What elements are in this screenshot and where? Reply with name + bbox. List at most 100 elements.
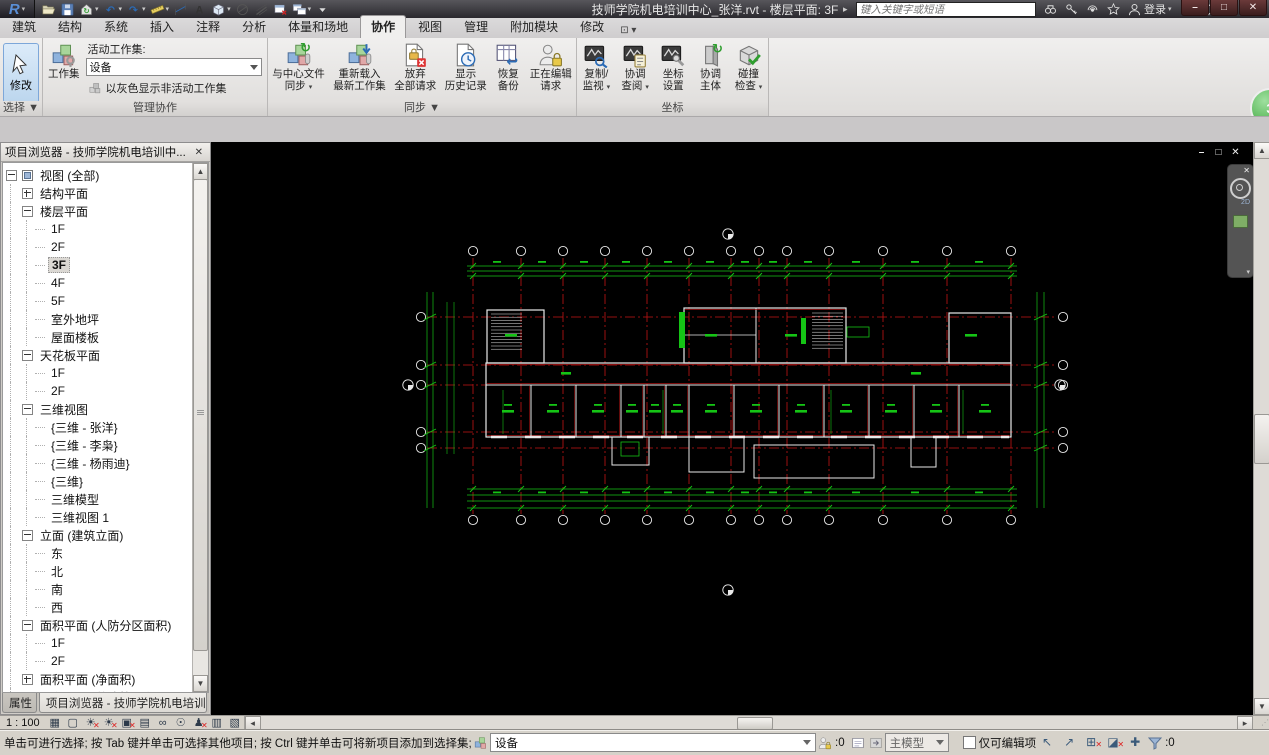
tree-item-label[interactable]: {三维 - 张洋} [48,419,121,436]
filter-icon[interactable] [1148,736,1163,750]
tree-item[interactable]: {三维 - 李枭} [3,436,193,454]
tab-active-7[interactable]: 协作 [360,15,407,39]
tree-item-label[interactable]: 楼层平面 [37,203,91,220]
tab-2[interactable]: 系统 [94,16,138,38]
tree-scrollbar[interactable]: ▲ ▼ [192,163,208,692]
view-minimize-button[interactable]: – [1193,146,1210,159]
tree-item-label[interactable]: 三维模型 [48,491,102,508]
section-icon[interactable] [233,1,252,17]
view-close-button[interactable]: ✕ [1227,146,1244,159]
tab-6[interactable]: 体量和场地 [278,16,358,38]
scroll-down-icon[interactable]: ▼ [1254,698,1269,715]
search-icon[interactable] [1040,1,1061,17]
coordination-review-button[interactable]: 协调 查阅 ▾ [619,41,650,94]
tree-item-label[interactable]: 2F [48,384,68,398]
show-history-button[interactable]: 显示 历史记录 [443,41,489,93]
interference-check-button[interactable]: 碰撞 检查 ▾ [733,41,764,94]
tree-item-label[interactable]: 天花板平面 [37,347,103,364]
tree-item[interactable]: 2F [3,238,193,256]
tree-item[interactable]: 东 [3,544,193,562]
reload-latest-button[interactable]: 重新载入 最新工作集 [331,41,388,93]
tree-item[interactable]: {三维 - 张洋} [3,418,193,436]
temporary-hide-isolate-icon[interactable]: ∞ [155,717,171,730]
tree-item-label[interactable]: 三维视图 [37,401,91,418]
design-options-icon[interactable] [851,736,865,750]
worksharing-display-icon[interactable]: ♟ ✕ [191,717,208,730]
modify-panel-options-icon[interactable]: ⊡ ▾ [614,23,642,38]
temporary-view-properties-icon[interactable]: ▥ [209,717,225,730]
restore-button[interactable]: □ [1210,0,1238,16]
expand-icon[interactable] [22,187,33,199]
tree-item-label[interactable]: 屋面楼板 [48,329,102,346]
close-icon[interactable]: ✕ [192,147,206,158]
tree-item[interactable]: 面积平面 (净面积) [3,670,193,688]
project-browser-titlebar[interactable]: 项目浏览器 - 技师学院机电培训中... ✕ [1,143,210,162]
tree-item[interactable]: 北 [3,562,193,580]
reveal-constraints-icon[interactable]: ▧ [227,717,243,730]
tree-item[interactable]: 1F [3,634,193,652]
relinquish-all-button[interactable]: 放弃 全部请求 [392,41,438,93]
tree-item[interactable]: 三维视图 1 [3,508,193,526]
tree-item[interactable]: 室外地坪 [3,310,193,328]
collapse-icon[interactable] [22,349,33,361]
select-links-icon[interactable]: ↖ [1038,735,1056,750]
tree-item[interactable]: 天花板平面 [3,346,193,364]
sync-with-central-qat-icon[interactable]: ↻ ▾ [77,1,101,17]
search-input[interactable] [857,3,1035,16]
canvas-vscroll-thumb[interactable] [1254,414,1269,464]
tree-item[interactable]: 面积平面 (总建筑面积) [3,688,193,692]
subscription-center-icon[interactable] [1061,1,1082,17]
collapse-icon[interactable] [22,205,33,217]
tree-item[interactable]: 1F [3,220,193,238]
expand-icon[interactable] [22,673,33,685]
tab-9[interactable]: 管理 [454,16,498,38]
copy-monitor-button[interactable]: 复制/监视 ▾ [581,41,612,94]
tab-0[interactable]: 建筑 [2,16,46,38]
tree-item-label[interactable]: {三维 - 李枭} [48,437,121,454]
collapse-icon[interactable] [22,529,33,541]
tab-1[interactable]: 结构 [48,16,92,38]
minimize-button[interactable]: – [1181,0,1209,16]
close-button[interactable]: ✕ [1239,0,1267,16]
crop-view-icon[interactable]: ▣ ✕ [119,717,135,730]
shadows-icon[interactable]: ☀ ✕ [101,717,118,730]
tree-item-label[interactable]: 南 [48,581,66,598]
tree-item[interactable]: 三维模型 [3,490,193,508]
thin-lines-icon[interactable] [252,1,271,17]
aligned-dimension-icon[interactable] [171,1,190,17]
view-scale[interactable]: 1 : 100 [0,717,46,729]
scroll-up-icon[interactable]: ▲ [1254,142,1269,159]
coordination-host-button[interactable]: ↻ 协调 主体 [696,41,726,93]
editable-only-checkbox[interactable] [962,736,976,749]
worksets-button[interactable]: 工作集 [46,41,82,82]
tree-item[interactable]: 5F [3,292,193,310]
collapse-icon[interactable] [22,619,33,631]
editing-requests-button[interactable]: 正在编辑 请求 [528,41,574,93]
communication-badge[interactable]: 3 [1250,88,1269,116]
tree-item[interactable]: 2F [3,382,193,400]
tree-item-label[interactable]: {三维 - 杨雨迪} [48,455,133,472]
reveal-hidden-elements-icon[interactable]: ☉ [173,717,189,730]
tab-5[interactable]: 分析 [232,16,276,38]
favorites-icon[interactable] [1103,1,1124,17]
sun-path-icon[interactable]: ☀ ✕ [83,717,100,730]
navbar-close-icon[interactable]: ✕ [1240,165,1253,176]
tree-item-label[interactable]: 视图 (全部) [37,167,102,184]
tree-item-label[interactable]: 4F [48,276,68,290]
tree-item-label[interactable]: 东 [48,545,66,562]
tab-3[interactable]: 插入 [140,16,184,38]
tab-project-browser[interactable]: 项目浏览器 - 技师学院机电培训... [38,693,207,713]
tree-item[interactable]: 屋面楼板 [3,328,193,346]
tab-properties[interactable]: 属性 [2,693,37,713]
modify-button[interactable]: 修改 [3,43,39,103]
tree-item[interactable]: 结构平面 [3,184,193,202]
floor-plan-drawing[interactable] [211,142,1253,715]
tree-item[interactable]: 视图 (全部) [3,166,193,184]
save-icon[interactable] [58,1,77,17]
tree-item-label[interactable]: 2F [48,240,68,254]
tree-item[interactable]: 西 [3,598,193,616]
tree-item[interactable]: 南 [3,580,193,598]
tree-item-label[interactable]: 三维视图 1 [48,509,112,526]
active-workset-dropdown[interactable]: 设备 [85,58,262,76]
coordinates-button[interactable]: 坐标 设置 [658,41,688,93]
